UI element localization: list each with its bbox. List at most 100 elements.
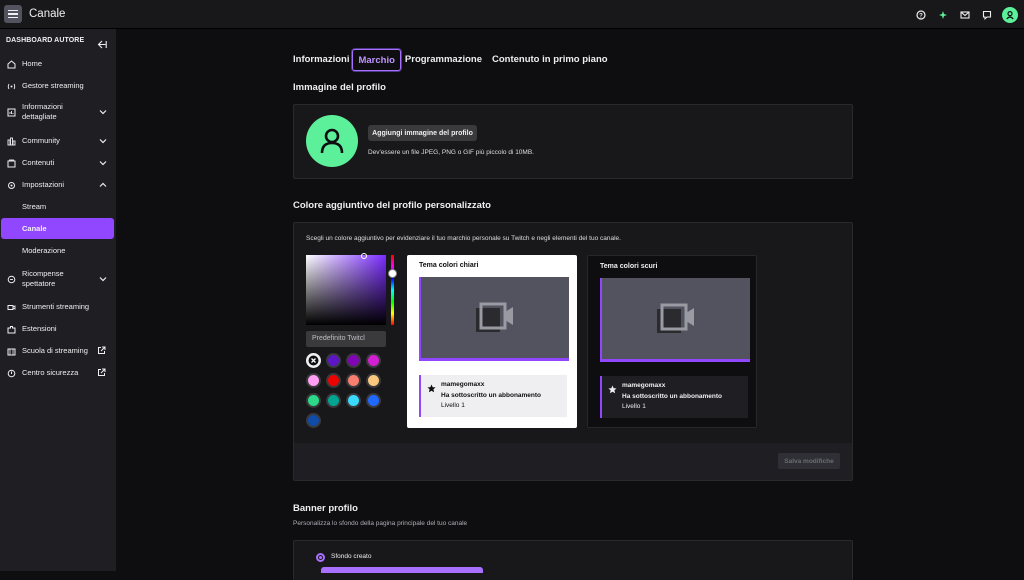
chat-level: Livello 1: [622, 403, 646, 410]
color-swatch[interactable]: [366, 353, 381, 368]
sidebar-item-stream-manager[interactable]: Gestore streaming: [0, 80, 116, 92]
sidebar-item-streaming-tools[interactable]: Strumenti streaming: [0, 301, 116, 313]
dark-theme-preview: Tema colori scuri mamegomaxx Ha sottoscr…: [587, 255, 757, 428]
banner-subtitle: Personalizza lo sfondo della pagina prin…: [293, 520, 468, 527]
sparkle-icon[interactable]: [932, 4, 954, 26]
dark-theme-title: Tema colori scuri: [600, 263, 658, 270]
video-camera-icon: [657, 303, 694, 333]
settings-tabs: Informazioni Marchio Programmazione Cont…: [293, 49, 618, 71]
sidebar-item-label: Ricompense spettatore: [22, 269, 64, 288]
banner-title: Banner profilo: [293, 503, 358, 514]
color-swatch[interactable]: [346, 393, 361, 408]
chevron-down-icon: [99, 137, 107, 146]
sidebar-item-moderation[interactable]: Moderazione: [0, 245, 116, 257]
color-swatch[interactable]: [326, 393, 341, 408]
tab-branding[interactable]: Marchio: [352, 49, 401, 71]
banner-panel: Sfondo creato: [293, 540, 853, 580]
star-icon: [427, 380, 436, 398]
chevron-down-icon: [99, 108, 107, 117]
color-swatch[interactable]: [306, 373, 321, 388]
color-picker-handle[interactable]: [361, 253, 367, 259]
sidebar-item-label: Moderazione: [22, 246, 66, 255]
color-swatch[interactable]: [366, 393, 381, 408]
profile-image-title: Immagine del profilo: [293, 82, 386, 93]
light-chat-preview: mamegomaxx Ha sottoscritto un abbonament…: [419, 375, 567, 417]
sidebar-item-label: Estensioni: [22, 324, 57, 333]
color-swatch[interactable]: [326, 373, 341, 388]
sidebar-item-home[interactable]: Home: [0, 58, 116, 70]
sidebar-item-community[interactable]: Community: [0, 135, 116, 147]
color-swatch[interactable]: [346, 373, 361, 388]
home-icon: [7, 59, 16, 69]
profile-image-panel: Aggiungi immagine del profilo Dev'essere…: [293, 104, 853, 179]
school-icon: [7, 347, 16, 356]
sidebar-item-label: Strumenti streaming: [22, 302, 90, 311]
sidebar-item-content[interactable]: Contenuti: [0, 157, 116, 169]
profile-avatar: [306, 115, 358, 167]
sidebar-item-creator-camp[interactable]: Scuola di streaming: [0, 345, 116, 357]
collapse-sidebar-icon[interactable]: [97, 36, 107, 54]
light-theme-title: Tema colori chiari: [419, 262, 479, 269]
chat-username: mamegomaxx: [622, 382, 666, 389]
external-link-icon: [97, 368, 106, 379]
light-theme-preview: Tema colori chiari mamegomaxx Ha sottosc…: [407, 255, 577, 428]
hue-slider-handle[interactable]: [388, 269, 397, 278]
top-icons: ?: [910, 0, 1024, 29]
user-avatar[interactable]: [1002, 6, 1018, 23]
sidebar-item-label: Scuola di streaming: [22, 346, 88, 355]
sidebar-item-label: Stream: [22, 202, 47, 211]
chat-username: mamegomaxx: [441, 381, 485, 388]
help-icon[interactable]: ?: [910, 4, 932, 26]
save-changes-button[interactable]: Salva modifiche: [778, 453, 840, 469]
color-swatch[interactable]: [346, 353, 361, 368]
sidebar-item-insights[interactable]: Informazioni dettagliate: [0, 101, 116, 123]
chevron-up-icon: [99, 181, 107, 190]
sidebar-item-settings[interactable]: Impostazioni: [0, 179, 116, 191]
camera-icon: [7, 303, 16, 312]
insights-icon: [7, 108, 16, 117]
tab-info[interactable]: Informazioni: [293, 49, 349, 71]
sidebar-item-channel[interactable]: Canale: [0, 223, 116, 235]
add-profile-image-button[interactable]: Aggiungi immagine del profilo: [368, 125, 477, 141]
tab-featured-content[interactable]: Contenuto in primo piano: [492, 49, 608, 71]
app-title: Canale: [29, 8, 66, 20]
close-icon: [308, 355, 319, 366]
hue-slider[interactable]: [391, 255, 394, 325]
rewards-icon: [7, 275, 16, 284]
tab-schedule[interactable]: Programmazione: [405, 49, 482, 71]
color-swatch[interactable]: [326, 353, 341, 368]
menu-icon[interactable]: [4, 5, 22, 23]
chat-message: Ha sottoscritto un abbonamento: [622, 393, 723, 400]
content-icon: [7, 159, 16, 168]
whispers-icon[interactable]: [976, 4, 998, 26]
external-link-icon: [97, 346, 106, 357]
video-camera-icon: [476, 302, 513, 332]
color-swatch[interactable]: [306, 393, 321, 408]
chat-message: Ha sottoscritto un abbonamento: [441, 392, 542, 399]
sidebar-item-label: Impostazioni: [22, 180, 65, 189]
top-bar: Canale ?: [0, 0, 1024, 29]
inbox-icon[interactable]: [954, 4, 976, 26]
sidebar-item-viewer-rewards[interactable]: Ricompense spettatore: [0, 268, 116, 290]
sidebar-item-label: Home: [22, 59, 43, 68]
dark-video-preview: [600, 278, 750, 362]
sidebar: DASHBOARD AUTORE Home Gestore streaming …: [0, 29, 116, 571]
accent-footer: Salva modifiche: [294, 443, 852, 480]
sidebar-item-label: Canale: [22, 224, 47, 233]
color-saturation-picker[interactable]: [306, 255, 386, 325]
community-icon: [7, 137, 16, 146]
light-video-preview: [419, 277, 569, 361]
color-value-input[interactable]: Predefinito Twitcl: [306, 331, 386, 347]
default-color-swatch[interactable]: [306, 353, 321, 368]
sidebar-item-label: Contenuti: [22, 158, 55, 167]
color-swatch[interactable]: [366, 373, 381, 388]
sidebar-item-stream[interactable]: Stream: [0, 201, 116, 213]
sidebar-item-safety-center[interactable]: Centro sicurezza: [0, 367, 116, 379]
profile-image-hint: Dev'essere un file JPEG, PNG o GIF più p…: [368, 149, 534, 156]
sidebar-item-label: Gestore streaming: [22, 81, 84, 90]
gear-icon: [7, 181, 16, 190]
color-swatch[interactable]: [306, 413, 321, 428]
main-content: Informazioni Marchio Programmazione Cont…: [116, 29, 1024, 580]
sidebar-item-extensions[interactable]: Estensioni: [0, 323, 116, 335]
created-background-radio[interactable]: [316, 553, 325, 562]
